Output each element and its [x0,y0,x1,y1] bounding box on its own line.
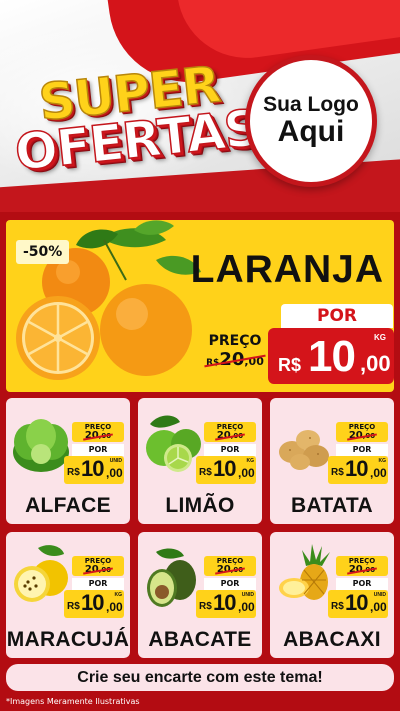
old-price-tag: PREÇO 20,00 [204,556,256,576]
featured-product-name: LARANJA [190,248,384,291]
old-price-tag: PREÇO 20,00 [336,422,388,442]
featured-por-label: POR [281,304,393,328]
product-name: LIMÃO [165,494,235,517]
price-tag: R$ 10 ,00 KG [328,456,388,484]
por-label: POR [204,444,256,456]
product-name: ALFACE [25,494,111,517]
logo-placeholder[interactable]: Sua Logo Aqui [245,55,377,187]
price-cents: ,00 [360,351,391,376]
price-tag: R$ 10 ,00 UNID [196,590,256,618]
por-label: POR [336,578,388,590]
featured-product-card[interactable]: -50% LARANJA PREÇO R$20,00 POR R$ 10 ,00… [6,220,394,392]
price-currency: R$ [278,355,302,375]
product-card-maracuja[interactable]: PREÇO 20,00 POR R$ 10 ,00 KG MARACUJÁ [6,532,130,658]
por-label: POR [204,578,256,590]
por-label: POR [72,578,124,590]
por-label: POR [336,444,388,456]
old-price-tag: PREÇO 20,00 [336,556,388,576]
featured-old-price-tag: PREÇO R$20,00 [202,333,268,377]
product-name: ABACATE [148,628,252,651]
old-price-tag: PREÇO 20,00 [72,556,124,576]
product-name: ABACAXI [283,628,381,651]
old-price-value: R$20,00 [206,349,264,370]
disclaimer-text: *Imagens Meramente Ilustrativas [6,697,140,706]
product-card-alface[interactable]: PREÇO 20,00 POR R$ 10 ,00 UNID ALFACE [6,398,130,524]
product-card-limao[interactable]: PREÇO 20,00 POR R$ 10 ,00 KG LIMÃO [138,398,262,524]
product-card-abacaxi[interactable]: PREÇO 20,00 POR R$ 10 ,00 UNID ABACAXI [270,532,394,658]
featured-price-tag: R$ 10 ,00 KG [268,328,394,384]
logo-text-line2: Aqui [277,115,345,149]
header: SUPER OFERTAS Sua Logo Aqui [0,0,400,212]
price-unit: KG [374,333,386,342]
old-price-label: PREÇO [208,333,262,349]
flyer-page: SUPER OFERTAS Sua Logo Aqui -50% LARANJA… [0,0,400,711]
por-label: POR [72,444,124,456]
old-price-tag: PREÇO 20,00 [204,422,256,442]
product-card-abacate[interactable]: PREÇO 20,00 POR R$ 10 ,00 UNID ABACATE [138,532,262,658]
product-name: MARACUJÁ [6,628,130,651]
old-price-tag: PREÇO 20,00 [72,422,124,442]
price-integer: 10 [308,332,356,381]
product-name: BATATA [291,494,373,517]
product-card-batata[interactable]: PREÇO 20,00 POR R$ 10 ,00 KG BATATA [270,398,394,524]
cta-banner[interactable]: Crie seu encarte com este tema! [6,664,394,691]
price-tag: R$ 10 ,00 UNID [64,456,124,484]
price-tag: R$ 10 ,00 KG [196,456,256,484]
price-tag: R$ 10 ,00 KG [64,590,124,618]
logo-text-line1: Sua Logo [263,93,359,117]
discount-badge: -50% [16,240,70,264]
price-tag: R$ 10 ,00 UNID [328,590,388,618]
